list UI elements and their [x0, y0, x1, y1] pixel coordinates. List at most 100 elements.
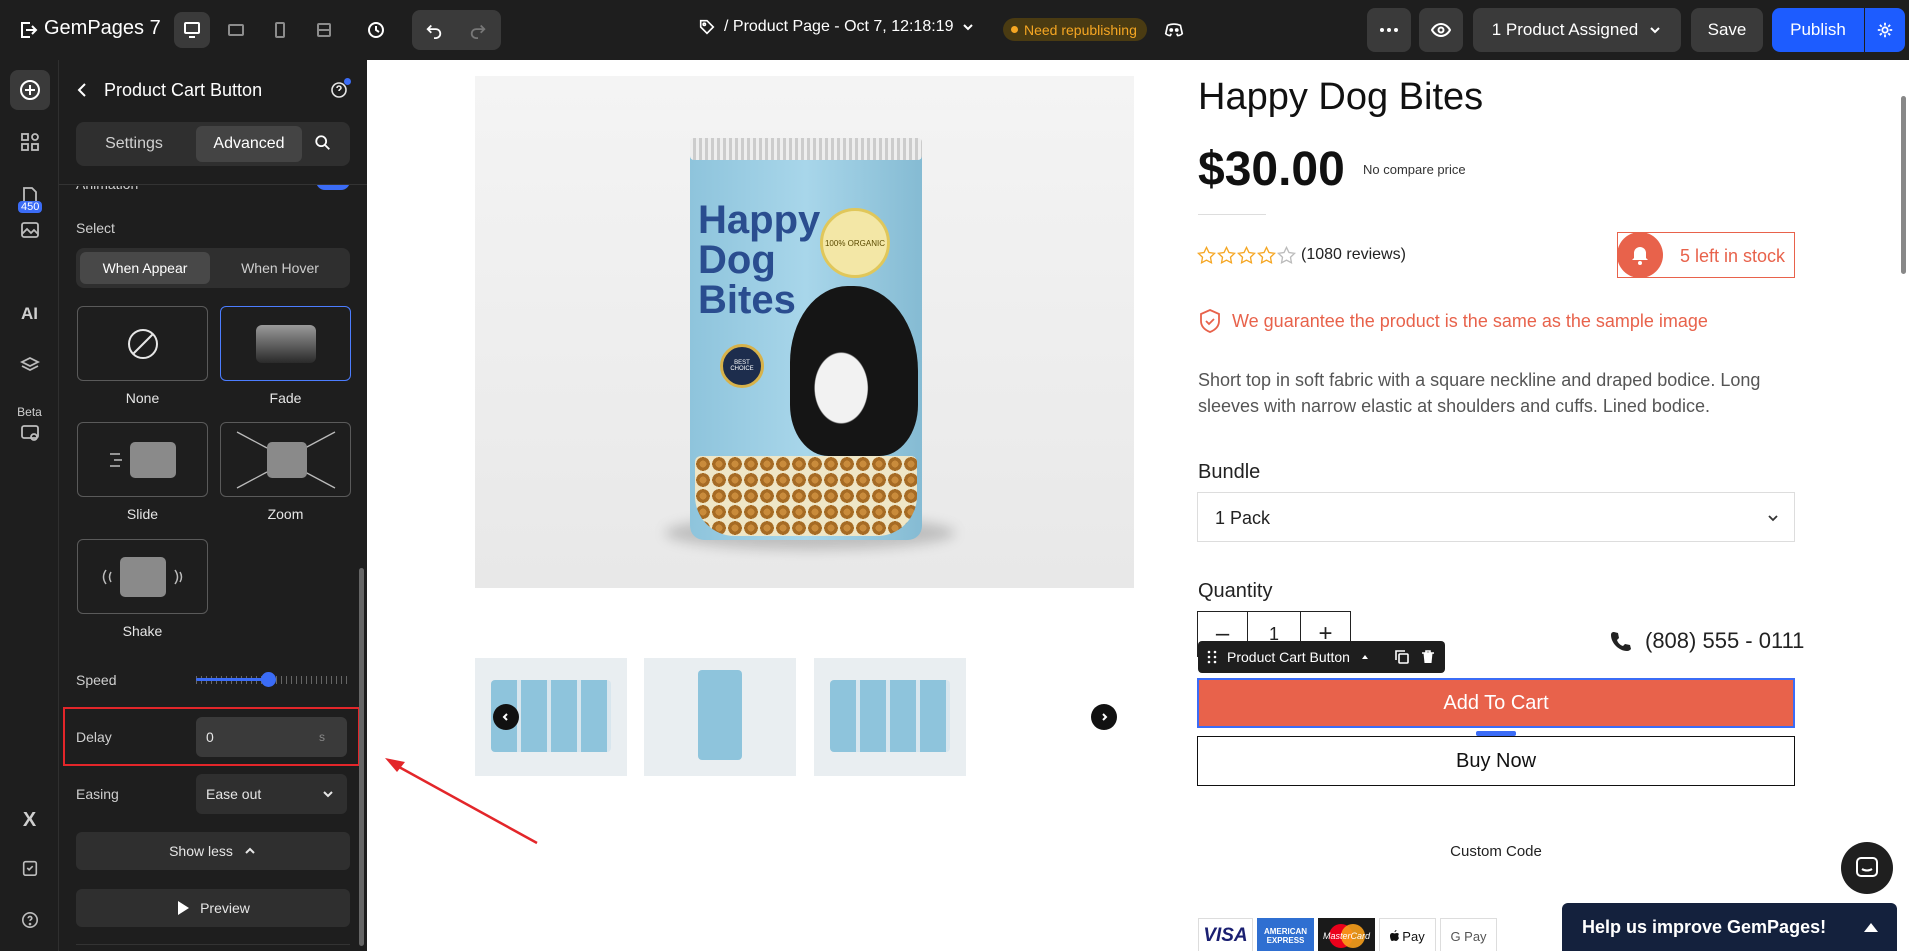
ai-icon: AI: [21, 304, 38, 323]
x-social-icon[interactable]: X: [0, 800, 59, 840]
help-badge-icon[interactable]: [329, 78, 351, 100]
easing-select[interactable]: Ease out: [196, 774, 347, 814]
ai-button[interactable]: AI: [0, 294, 59, 334]
drag-handle-icon[interactable]: [1207, 650, 1217, 664]
help-banner[interactable]: Help us improve GemPages!: [1562, 903, 1897, 951]
compare-price: No compare price: [1363, 162, 1466, 177]
show-less-label: Show less: [169, 843, 233, 859]
history-icon[interactable]: [358, 12, 394, 48]
plus-circle-icon: [19, 80, 40, 100]
guarantee-text: We guarantee the product is the same as …: [1232, 310, 1708, 331]
price-divider: [1198, 214, 1266, 215]
apple-pay-icon: Pay: [1379, 918, 1436, 951]
slide-icon: [109, 441, 176, 478]
beta-tools-button[interactable]: Beta: [0, 398, 59, 450]
delay-unit: s: [319, 730, 325, 744]
effect-none-tile[interactable]: [77, 306, 208, 381]
preview-eye-button[interactable]: [1419, 8, 1463, 52]
caret-up-icon[interactable]: [1863, 921, 1879, 933]
checklist-icon[interactable]: [0, 848, 59, 888]
rating-stars: [1197, 246, 1296, 265]
notification-dot: [344, 78, 351, 85]
carousel-prev-button[interactable]: [493, 704, 519, 730]
save-button[interactable]: Save: [1691, 8, 1763, 52]
element-label[interactable]: Product Cart Button: [1227, 649, 1350, 665]
search-icon[interactable]: [314, 134, 334, 154]
custom-view-button[interactable]: [306, 12, 342, 48]
tab-settings[interactable]: Settings: [80, 126, 188, 162]
bundle-select[interactable]: 1 Pack: [1197, 492, 1795, 542]
when-hover-option[interactable]: When Hover: [214, 252, 346, 284]
image-icon: [20, 222, 39, 238]
tablet-landscape-view-button[interactable]: [218, 12, 254, 48]
effect-slide-tile[interactable]: [77, 422, 208, 497]
page-title: / Product Page - Oct 7, 12:18:19: [724, 18, 954, 35]
bag-title: Happy Dog Bites: [698, 200, 820, 320]
effect-shake-label: Shake: [122, 623, 163, 639]
panel-scrollbar[interactable]: [359, 568, 364, 946]
trash-icon[interactable]: [1420, 649, 1436, 665]
speed-slider[interactable]: [196, 670, 350, 690]
grid-icon: [20, 133, 39, 151]
discord-icon[interactable]: [1158, 14, 1190, 46]
carousel-next-button[interactable]: [1091, 704, 1117, 730]
back-icon[interactable]: [73, 80, 93, 100]
page-selector[interactable]: / Product Page - Oct 7, 12:18:19: [698, 18, 975, 36]
duplicate-icon[interactable]: [1394, 649, 1410, 665]
caret-up-icon[interactable]: [1360, 652, 1370, 662]
add-element-button[interactable]: [0, 68, 59, 112]
effect-fade-tile[interactable]: [220, 306, 351, 381]
layers-button[interactable]: [0, 346, 59, 386]
phone-number: (808) 555 - 0111: [1645, 628, 1805, 653]
effect-none-label: None: [125, 390, 160, 406]
republish-badge: Need republishing: [1003, 18, 1147, 41]
thumbnail-2[interactable]: [644, 658, 796, 776]
star-icon: [1257, 246, 1276, 265]
kibble-bowl: [695, 456, 917, 536]
sections-button[interactable]: [0, 122, 59, 162]
preview-label: Preview: [200, 900, 250, 916]
google-pay-icon: G Pay: [1440, 918, 1497, 951]
when-appear-option[interactable]: When Appear: [80, 252, 210, 284]
delay-label: Delay: [76, 729, 112, 745]
tab-advanced[interactable]: Advanced: [196, 126, 302, 162]
easing-label: Easing: [76, 786, 119, 802]
chevron-down-icon: [1650, 27, 1660, 34]
panel-bottom-divider: [76, 944, 350, 945]
fade-icon: [255, 324, 316, 363]
delay-input[interactable]: 0 s: [196, 717, 347, 757]
beta-label: Beta: [17, 405, 42, 419]
product-assigned-dropdown[interactable]: 1 Product Assigned: [1473, 8, 1681, 52]
publish-button[interactable]: Publish: [1772, 8, 1864, 52]
canvas-scrollbar[interactable]: [1901, 96, 1906, 274]
redo-icon[interactable]: [460, 12, 496, 48]
thumbnail-3[interactable]: [814, 658, 966, 776]
effect-shake-tile[interactable]: [77, 539, 208, 614]
buy-now-button[interactable]: Buy Now: [1197, 736, 1795, 786]
select-label: Select: [76, 220, 115, 236]
more-options-button[interactable]: [1367, 8, 1411, 52]
slider-thumb[interactable]: [261, 672, 277, 687]
preview-button[interactable]: Preview: [76, 889, 350, 927]
desktop-view-button[interactable]: [174, 12, 210, 48]
chevron-up-icon: [245, 847, 255, 854]
mastercard-label: MasterCard: [1322, 931, 1370, 941]
help-icon[interactable]: [0, 900, 59, 940]
effect-zoom-tile[interactable]: [220, 422, 351, 497]
zoom-icon: [236, 430, 335, 489]
product-bag: Happy Dog Bites 100% ORGANIC BEST CHOICE: [690, 138, 922, 540]
show-less-button[interactable]: Show less: [76, 832, 350, 870]
speed-label: Speed: [76, 672, 117, 688]
pages-button[interactable]: 450: [0, 178, 59, 248]
main-product-image[interactable]: Happy Dog Bites 100% ORGANIC BEST CHOICE: [475, 76, 1134, 588]
effect-fade-label: Fade: [269, 390, 302, 406]
settings-panel: Product Cart Button Settings Advanced An…: [59, 60, 367, 951]
add-to-cart-button[interactable]: Add To Cart: [1197, 678, 1795, 728]
publish-settings-button[interactable]: [1865, 8, 1905, 52]
exit-icon[interactable]: [16, 18, 40, 42]
editor-canvas: Happy Dog Bites 100% ORGANIC BEST CHOICE…: [367, 60, 1909, 951]
undo-icon[interactable]: [416, 12, 452, 48]
mobile-view-button[interactable]: [262, 12, 298, 48]
animation-toggle[interactable]: [316, 185, 350, 190]
chat-launcher-button[interactable]: [1841, 842, 1893, 894]
